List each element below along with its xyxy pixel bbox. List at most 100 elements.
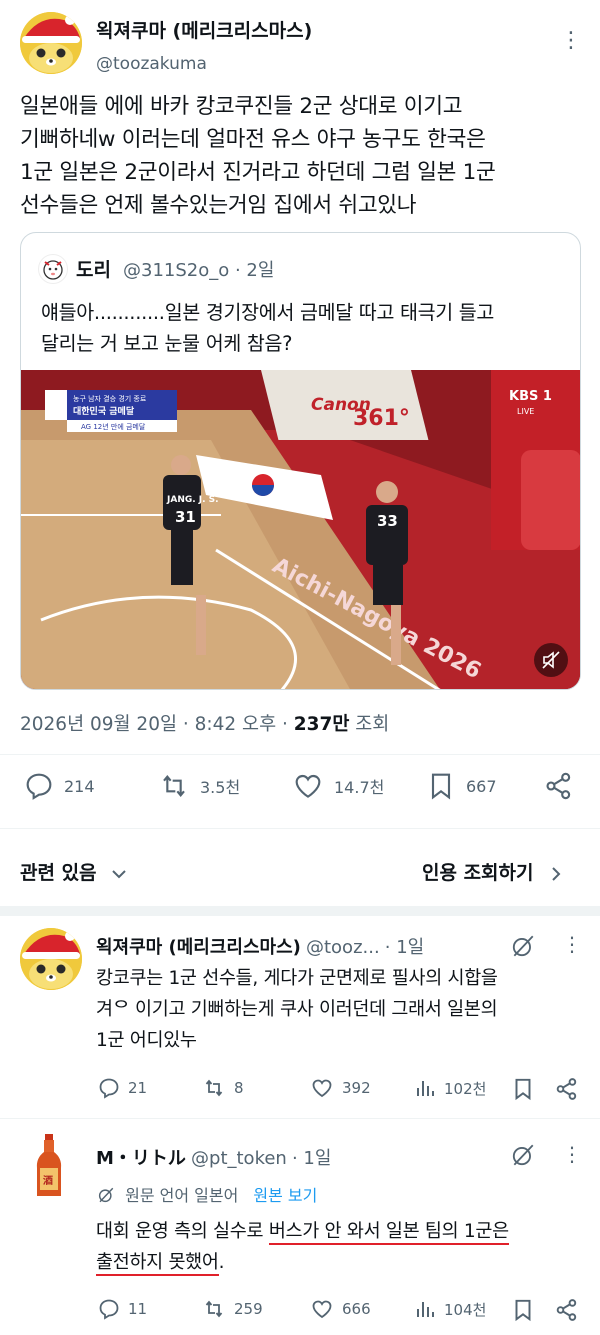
reply-time: · 1일 [291, 1148, 332, 1169]
tweet-datetime: 2026년 09월 20일 · 8:42 오후 · [20, 714, 294, 735]
player-name: JANG. J. S. [166, 495, 219, 505]
reply-like-button[interactable]: 666 [308, 1297, 371, 1321]
reply-text-line: 1군 어디있누 [96, 1030, 197, 1051]
reply-header: M・リトル @pt_token · 1일 [96, 1144, 516, 1170]
mute-button[interactable] [534, 643, 568, 677]
like-count: 14.7천 [334, 778, 385, 797]
reply-text-line: 출전하지 못했어. [96, 1247, 586, 1278]
translation-row: 원문 언어 일본어 원본 보기 [96, 1182, 317, 1206]
reply-avatar[interactable] [20, 928, 82, 990]
heart-icon [295, 774, 321, 798]
tweet-text-line: 선수들은 언제 볼수있는거임 집에서 쉬고있나 [20, 193, 417, 218]
quoted-tweet-text: 얘들아............일본 경기장에서 금메달 따고 태극기 들고 달리… [41, 297, 566, 359]
reply-reply-button[interactable]: 11 [96, 1297, 147, 1321]
retweet-icon [205, 1300, 223, 1318]
related-label: 관련 있음 [20, 862, 97, 884]
retweet-button[interactable]: 3.5천 [156, 770, 240, 802]
tweet-meta: 2026년 09월 20일 · 8:42 오후 · 237만 조회 [20, 710, 389, 736]
reply-author-name[interactable]: 왹져쿠마 (메리크리스마스) [96, 937, 301, 958]
reply-handle[interactable]: @pt_token [191, 1148, 287, 1169]
reply-view-count: 102천 [444, 1079, 487, 1098]
bookmark-button[interactable]: 667 [424, 770, 497, 802]
reply-view-count: 104천 [444, 1300, 487, 1319]
broadcaster-logo: KBS 1 [509, 389, 552, 404]
reply-like-count: 666 [342, 1300, 371, 1318]
bookmark-count: 667 [466, 776, 497, 796]
retweet-count: 3.5천 [200, 778, 241, 797]
share-icon[interactable] [554, 1076, 580, 1102]
reply-retweet-count: 8 [234, 1079, 244, 1097]
scoreboard-line2: 대한민국 금메달 [73, 405, 135, 417]
show-original-link[interactable]: 원본 보기 [253, 1186, 317, 1205]
quoted-tweet-card[interactable]: 도리 @311S2o_o · 2일 얘들아............일본 경기장에… [20, 232, 581, 690]
reply-text: 대회 운영 측의 실수로 버스가 안 와서 일본 팀의 1군은 출전하지 못했어… [96, 1216, 586, 1278]
reply-reply-button[interactable]: 21 [96, 1076, 147, 1100]
bookmark-icon[interactable] [510, 1297, 536, 1323]
scoreboard-line3: AG 12년 만에 금메달 [81, 422, 146, 431]
share-button[interactable] [542, 770, 584, 802]
view-count: 237만 [293, 714, 350, 735]
player-number-33: 33 [377, 512, 398, 530]
retweet-icon [163, 775, 185, 797]
reply-text-period: . [218, 1252, 225, 1273]
quoted-video[interactable]: Canon 361° KBS 1 LIVE Aichi-Nagoya 2026 … [21, 370, 580, 689]
reply-more-icon[interactable]: ⋮ [562, 1142, 582, 1166]
author-handle[interactable]: @toozakuma [96, 54, 207, 74]
retweet-icon [205, 1079, 223, 1097]
view-quotes-link[interactable]: 인용 조회하기 [422, 858, 566, 885]
divider [0, 1118, 600, 1119]
tweet-text-line: 일본애들 에에 바카 캉코쿠진들 2군 상대로 이기고 [20, 94, 463, 119]
views-icon [417, 1302, 434, 1317]
author-name[interactable]: 왹져쿠마 (메리크리스마스) [96, 16, 312, 43]
translate-icon [98, 1187, 114, 1203]
view-label: 조회 [349, 714, 390, 735]
reply-retweet-count: 259 [234, 1300, 263, 1318]
video-frame: Canon 361° KBS 1 LIVE Aichi-Nagoya 2026 … [21, 370, 580, 689]
chevron-down-icon [112, 869, 126, 878]
tweet-text: 일본애들 에에 바카 캉코쿠진들 2군 상대로 이기고 기뻐하네w 이러는데 얼… [20, 90, 590, 222]
grok-icon[interactable] [510, 1142, 536, 1168]
divider [0, 754, 600, 755]
reply-icon [26, 773, 52, 800]
banner-361: 361° [353, 406, 410, 431]
heart-icon [312, 1079, 332, 1098]
share-icon[interactable] [554, 1297, 580, 1323]
reply-header: 왹져쿠마 (메리크리스마스) @tooz... · 1일 [96, 933, 536, 959]
quoted-avatar [38, 254, 68, 284]
reply-text-underlined: 출전하지 못했어 [96, 1252, 219, 1276]
like-button[interactable]: 14.7천 [290, 770, 384, 802]
grok-icon[interactable] [510, 933, 536, 959]
reply-icon [99, 1078, 119, 1099]
related-toggle[interactable]: 관련 있음 [20, 858, 129, 885]
reply-more-icon[interactable]: ⋮ [562, 932, 582, 956]
bookmark-icon [431, 773, 451, 800]
reply-text-line: 캉코쿠는 1군 선수들, 게다가 군면제로 필사의 시합을 [96, 968, 498, 989]
reply-views[interactable]: 102천 [412, 1076, 486, 1100]
more-options-icon[interactable]: ⋮ [560, 30, 582, 52]
share-icon [546, 772, 571, 800]
avatar[interactable] [20, 12, 82, 74]
reply-text-line: 대회 운영 측의 실수로 버스가 안 와서 일본 팀의 1군은 [96, 1216, 586, 1247]
tweet-text-line: 1군 일본은 2군이라서 진거라고 하던데 그럼 일본 1군 [20, 160, 496, 185]
section-divider [0, 906, 600, 916]
reply-button[interactable]: 214 [22, 770, 95, 802]
quoted-author-handle: @311S2o_o · 2일 [123, 260, 275, 281]
reply-retweet-button[interactable]: 8 [200, 1076, 244, 1100]
reply-author-name[interactable]: M・リトル [96, 1148, 186, 1169]
speaker-muted-icon [542, 651, 560, 669]
reply-retweet-button[interactable]: 259 [200, 1297, 263, 1321]
reply-handle[interactable]: @tooz... [306, 937, 380, 958]
reply-reply-count: 21 [128, 1079, 148, 1097]
svg-text:酒: 酒 [43, 1174, 53, 1187]
bookmark-icon[interactable] [510, 1076, 536, 1102]
reply-count: 214 [64, 776, 95, 796]
scoreboard-line1: 농구 남자 결승 경기 종료 [73, 394, 147, 403]
quoted-author-name: 도리 [76, 259, 111, 281]
broadcaster-live: LIVE [517, 407, 534, 416]
divider [0, 828, 600, 829]
reply-like-button[interactable]: 392 [308, 1076, 371, 1100]
reply-like-count: 392 [342, 1079, 371, 1097]
reply-views[interactable]: 104천 [412, 1297, 486, 1321]
translation-note: 원문 언어 일본어 [125, 1186, 239, 1205]
reply-avatar[interactable]: 酒 [34, 1134, 64, 1198]
